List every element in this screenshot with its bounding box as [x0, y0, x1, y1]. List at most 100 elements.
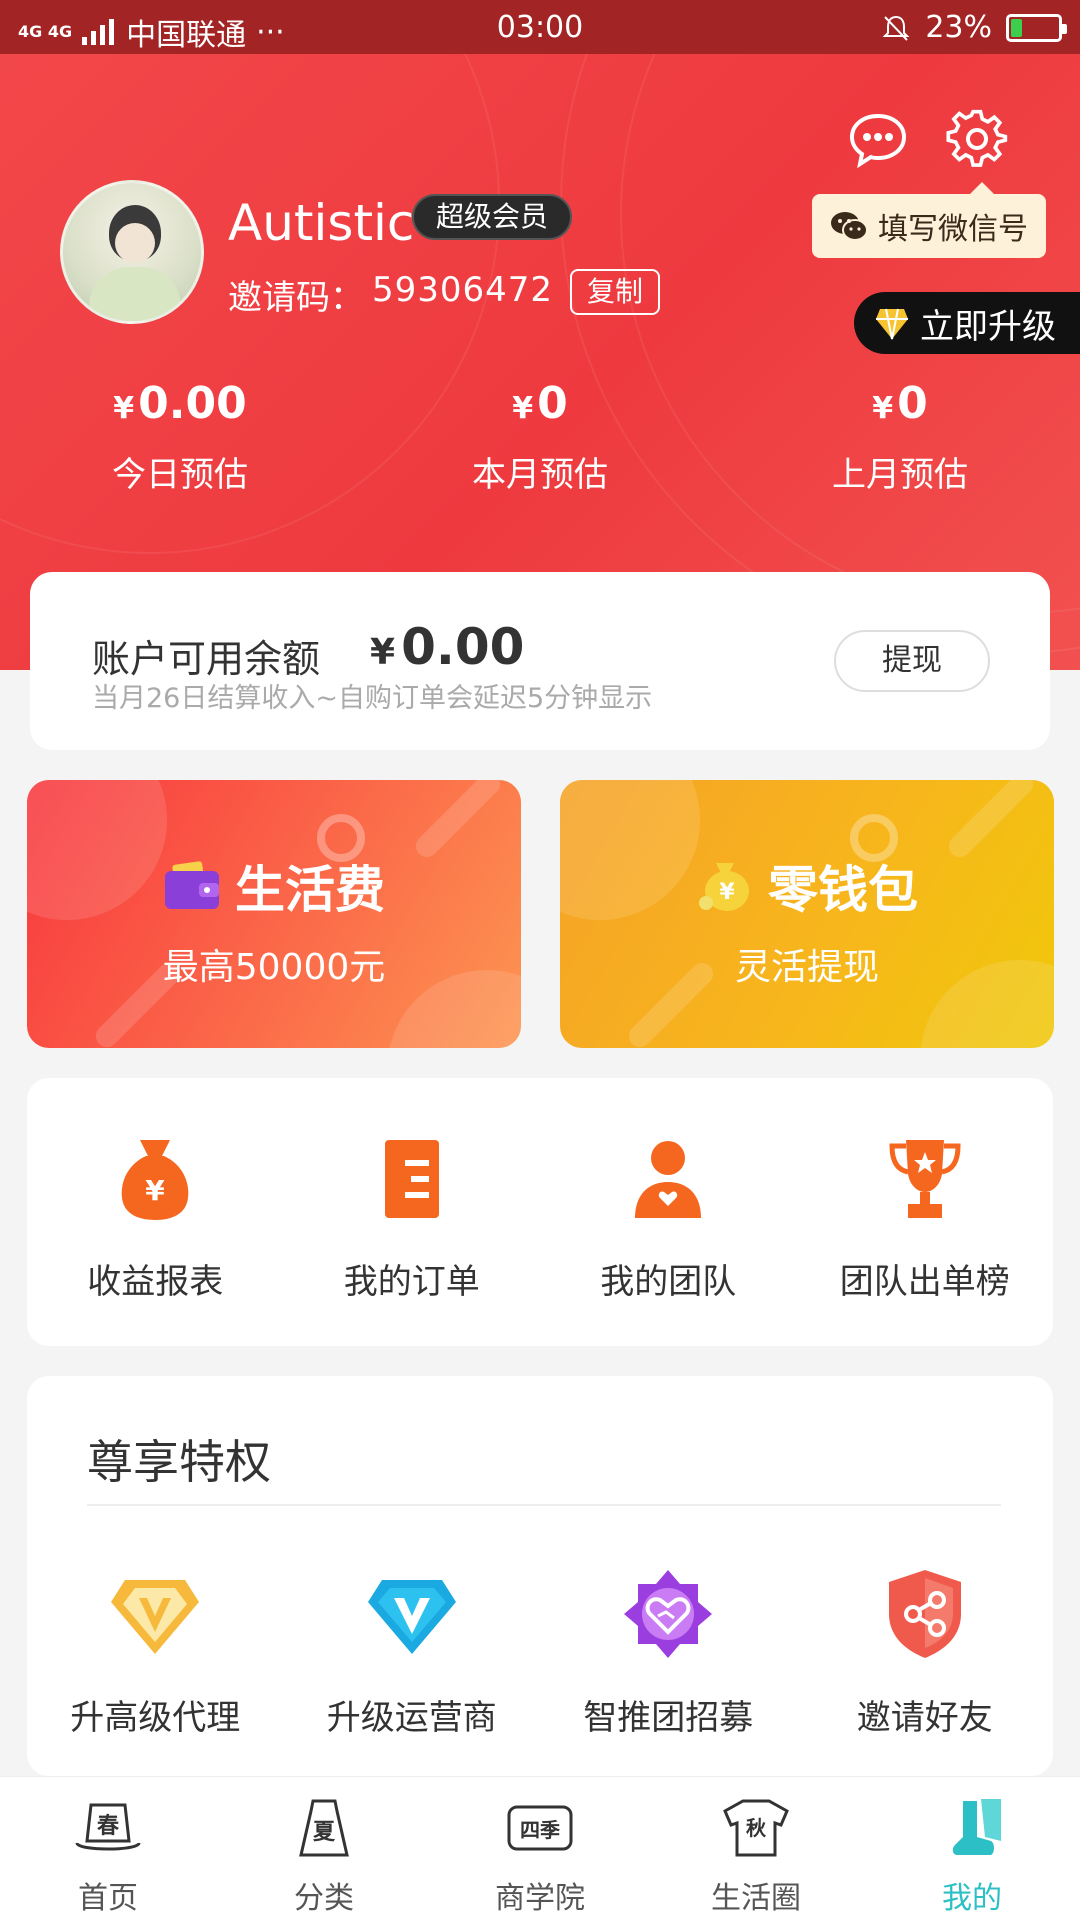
- invite-code-label: 邀请码：: [228, 278, 364, 318]
- promo-title: 零钱包: [768, 861, 918, 919]
- upgrade-label: 立即升级: [920, 306, 1056, 347]
- promo-title-row: ¥ 零钱包: [560, 850, 1054, 922]
- privilege-label: 智推团招募: [583, 1698, 754, 1738]
- copy-button[interactable]: 复制: [570, 269, 660, 315]
- tab-business-school[interactable]: 四季 商学院: [432, 1777, 648, 1920]
- tab-life-circle[interactable]: 秋 生活圈: [648, 1777, 864, 1920]
- earning-this-month[interactable]: ¥0 本月预估: [360, 378, 720, 496]
- earning-label: 本月预估: [472, 455, 608, 495]
- tab-category[interactable]: 夏 分类: [216, 1777, 432, 1920]
- status-bar: 4G 4G 中国联通 ··· 03:00 23%: [0, 0, 1080, 54]
- promo-title-row: 生活费: [27, 850, 521, 922]
- earning-value: 0.00: [138, 378, 247, 429]
- tab-home[interactable]: 春 首页: [0, 1777, 216, 1920]
- earning-today[interactable]: ¥0.00 今日预估: [0, 378, 360, 496]
- gold-v-diamond-icon: [111, 1580, 200, 1654]
- wechat-tip-label: 填写微信号: [878, 212, 1028, 247]
- upgrade-button[interactable]: 立即升级: [854, 292, 1080, 354]
- balance-note: 当月26日结算收入~自购订单会延迟5分钟显示: [92, 683, 653, 714]
- tab-glyph: 春: [97, 1814, 119, 1839]
- earning-amount: ¥0.00: [0, 378, 360, 429]
- wallet-icon: [165, 861, 219, 909]
- privilege-label: 邀请好友: [856, 1698, 993, 1738]
- earning-label: 今日预估: [112, 455, 248, 495]
- summer-bag-icon: 夏: [299, 1799, 349, 1857]
- privilege-senior-agent[interactable]: 升高级代理: [27, 1566, 284, 1739]
- balance-amount: ¥0.00: [370, 618, 524, 676]
- message-icon[interactable]: [848, 112, 908, 168]
- spring-hat-icon: 春: [75, 1803, 141, 1851]
- avatar-body: [89, 267, 181, 321]
- vip-badge: 超级会员: [412, 194, 573, 240]
- tab-label: 分类: [294, 1881, 354, 1916]
- tab-label: 生活圈: [711, 1881, 801, 1916]
- currency-symbol: ¥: [872, 391, 894, 426]
- earning-value: 0: [897, 378, 928, 429]
- promo-subtitle: 最高50000元: [162, 947, 386, 988]
- battery-icon: [1006, 13, 1067, 42]
- share-shield-icon: [888, 1570, 961, 1658]
- blue-v-diamond-icon: [367, 1580, 456, 1654]
- svg-text:¥: ¥: [719, 880, 735, 905]
- avatar[interactable]: [60, 180, 204, 324]
- menu-my-orders[interactable]: 我的订单: [284, 1078, 541, 1346]
- earning-amount: ¥0: [720, 378, 1080, 429]
- promo-title: 生活费: [235, 861, 385, 919]
- menu-label: 我的订单: [343, 1262, 480, 1302]
- balance-title: 账户可用余额: [92, 637, 321, 681]
- privilege-label: 升级运营商: [326, 1698, 497, 1738]
- balance-card: 账户可用余额 ¥0.00 当月26日结算收入~自购订单会延迟5分钟显示 提现: [30, 572, 1050, 750]
- privilege-invite-friends[interactable]: 邀请好友: [797, 1566, 1054, 1739]
- order-list-icon: [384, 1140, 439, 1218]
- privilege-smart-team-recruit[interactable]: 智推团招募: [540, 1566, 797, 1739]
- svg-text:¥: ¥: [146, 1174, 166, 1207]
- four-seasons-icon: 四季: [507, 1805, 573, 1851]
- menu-label: 团队出单榜: [839, 1262, 1010, 1302]
- divider: [87, 1504, 1001, 1506]
- username: Autistic: [228, 194, 415, 252]
- menu-my-team[interactable]: 我的团队: [540, 1078, 797, 1346]
- tab-glyph: 四季: [520, 1818, 560, 1842]
- privilege-upgrade-operator[interactable]: 升级运营商: [284, 1566, 541, 1739]
- earning-last-month[interactable]: ¥0 上月预估: [720, 378, 1080, 496]
- money-bag-icon: ¥: [699, 863, 749, 911]
- bottom-tab-bar: 春 首页 夏 分类 四季 商学院 秋 生活圈 我的: [0, 1776, 1080, 1920]
- tab-glyph: 夏: [313, 1820, 336, 1845]
- tab-mine[interactable]: 我的: [864, 1777, 1080, 1920]
- currency-symbol: ¥: [113, 391, 135, 426]
- currency-symbol: ¥: [512, 391, 534, 426]
- earning-amount: ¥0: [360, 378, 720, 429]
- promo-subtitle: 灵活提现: [734, 947, 879, 988]
- tab-glyph: 秋: [746, 1816, 767, 1840]
- trophy-icon: [889, 1140, 961, 1218]
- quick-menu-card: ¥ 收益报表 我的订单 我的团队 团队出单榜: [27, 1078, 1053, 1346]
- promo-pocket-money[interactable]: ¥ 零钱包 灵活提现: [560, 780, 1054, 1048]
- earning-value: 0: [537, 378, 568, 429]
- tab-label: 商学院: [495, 1881, 585, 1916]
- menu-team-ranking[interactable]: 团队出单榜: [797, 1078, 1054, 1346]
- settings-gear-icon[interactable]: [946, 108, 1008, 170]
- menu-earnings-report[interactable]: ¥ 收益报表: [27, 1078, 284, 1346]
- privilege-label: 升高级代理: [70, 1698, 241, 1738]
- invite-code: 59306472: [372, 270, 554, 310]
- privileges-row: 升高级代理 升级运营商 智推团招募 邀请好友: [27, 1566, 1053, 1739]
- promo-living-expenses[interactable]: 生活费 最高50000元: [27, 780, 521, 1048]
- wechat-tip-button[interactable]: 填写微信号: [812, 182, 1046, 258]
- privileges-title: 尊享特权: [87, 1435, 271, 1489]
- bell-muted-icon: [882, 15, 910, 41]
- autumn-shirt-icon: 秋: [723, 1799, 789, 1857]
- team-user-icon: [635, 1141, 702, 1218]
- money-bag-icon: ¥: [121, 1140, 189, 1220]
- earning-label: 上月预估: [832, 455, 968, 495]
- tab-label: 首页: [78, 1881, 138, 1916]
- battery-fill: [1011, 18, 1022, 37]
- tab-label: 我的: [942, 1881, 1002, 1916]
- diamond-icon: [876, 308, 908, 340]
- avatar-face: [115, 223, 155, 263]
- privileges-card: 尊享特权 升高级代理 升级运营商 智推团招募 邀请好友: [27, 1376, 1053, 1776]
- boots-icon: [952, 1799, 1001, 1855]
- withdraw-button[interactable]: 提现: [834, 630, 990, 692]
- balance-value: 0.00: [401, 618, 525, 676]
- battery-percent: 23%: [925, 10, 992, 45]
- status-right: 23%: [881, 10, 1067, 45]
